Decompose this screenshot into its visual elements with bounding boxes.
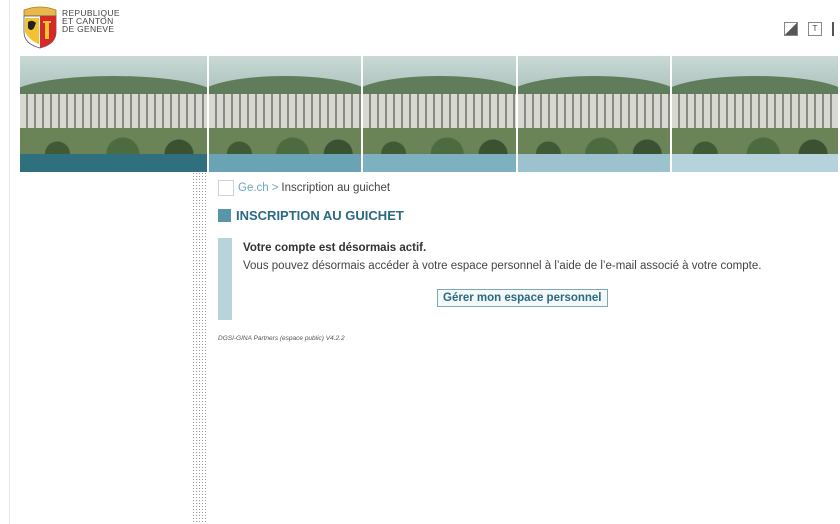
manage-personal-space-button[interactable]: Gérer mon espace personnel [437,289,608,307]
left-border [9,0,10,524]
title-square-icon [218,209,231,222]
message-heading: Votre compte est désormais actif. [243,242,427,254]
version-info: DGSI-GINA Partners (espace public) V4.2.… [218,335,345,342]
home-icon[interactable] [218,180,234,196]
banner-photo-4 [517,56,670,154]
strip-segment-4 [517,154,670,172]
banner-photo-2 [209,56,362,154]
header-banner-photos [20,56,840,154]
text-size-icon[interactable]: T [808,22,822,36]
coat-of-arms-icon [23,6,57,49]
strip-segment-5 [671,154,838,172]
republic-logo-text: REPUBLIQUE ET CANTON DE GENEVE [62,9,120,34]
sidebar-dotted-divider [192,172,206,524]
banner-color-strip [20,154,840,172]
strip-segment-2 [209,154,362,172]
page-title-text: INSCRIPTION AU GUICHET [236,208,404,223]
accessibility-toolbar: T [784,22,840,36]
strip-segment-3 [363,154,516,172]
geneva-coat-of-arms-logo[interactable] [20,6,60,50]
message-accent-bar [218,238,232,320]
message-body: Vous pouvez désormais accéder à votre es… [243,260,762,272]
logo-line-3: DE GENEVE [62,24,115,34]
contrast-icon[interactable] [784,22,798,36]
strip-segment-1 [20,154,208,172]
banner-photo-3 [363,56,516,154]
menu-icon[interactable] [832,22,840,36]
confirmation-message: Votre compte est désormais actif. Vous p… [218,238,818,320]
breadcrumb-home-link[interactable]: Ge.ch [238,182,269,194]
site-header: REPUBLIQUE ET CANTON DE GENEVE T [20,0,840,56]
page-title: INSCRIPTION AU GUICHET [218,208,404,223]
breadcrumb-current: Inscription au guichet [281,182,391,194]
breadcrumb-separator: > [271,182,279,194]
banner-photo-5 [671,56,838,154]
banner-photo-1 [20,56,208,154]
breadcrumb: Ge.ch > Inscription au guichet [218,180,390,196]
